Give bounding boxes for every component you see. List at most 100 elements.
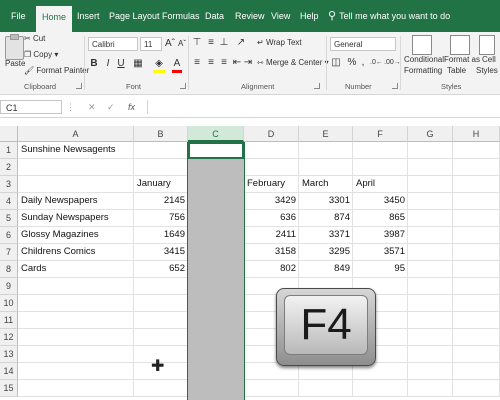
decrease-font-icon[interactable]: Aˇ <box>177 37 187 50</box>
cell-d8[interactable]: 802 <box>244 261 299 278</box>
tab-page-layout[interactable]: Page Layout <box>109 0 160 32</box>
cell-f7[interactable]: 3571 <box>353 244 408 261</box>
format-painter-button[interactable]: 🖌 Format Painter <box>24 66 89 75</box>
cell-f3[interactable]: April <box>353 176 408 193</box>
grid-cell[interactable] <box>299 142 353 159</box>
grid-cell[interactable] <box>299 159 353 176</box>
grid-cell[interactable] <box>408 159 453 176</box>
accounting-format-icon[interactable]: ◫ <box>330 56 342 69</box>
underline-button[interactable]: U <box>116 57 126 70</box>
tab-help[interactable]: Help <box>300 0 319 32</box>
grid-cell[interactable] <box>408 142 453 159</box>
grid-cell[interactable] <box>18 278 134 295</box>
increase-font-icon[interactable]: Aˆ <box>165 37 175 50</box>
grid-cell[interactable] <box>244 142 299 159</box>
cut-button[interactable]: ✂ Cut <box>24 34 45 43</box>
cell-f6[interactable]: 3987 <box>353 227 408 244</box>
row-header-1[interactable]: 1 <box>0 142 18 159</box>
increase-decimal-icon[interactable]: .0← <box>370 56 383 69</box>
column-header-f[interactable]: F <box>353 126 408 142</box>
cell-b4[interactable]: 2145 <box>134 193 188 210</box>
tab-insert[interactable]: Insert <box>77 0 100 32</box>
paste-icon[interactable] <box>5 34 24 60</box>
row-header-11[interactable]: 11 <box>0 312 18 329</box>
grid-cell[interactable] <box>408 312 453 329</box>
grid-cell[interactable] <box>453 329 500 346</box>
grid-cell[interactable] <box>453 312 500 329</box>
grid-cell[interactable] <box>353 159 408 176</box>
name-box[interactable]: C1 <box>0 100 62 114</box>
grid-cell[interactable] <box>299 380 353 397</box>
bold-button[interactable]: B <box>89 57 99 70</box>
grid-cell[interactable] <box>408 261 453 278</box>
align-right-icon[interactable]: ≡ <box>219 56 229 69</box>
row-header-14[interactable]: 14 <box>0 363 18 380</box>
row-header-7[interactable]: 7 <box>0 244 18 261</box>
tab-data[interactable]: Data <box>205 0 224 32</box>
tab-formulas[interactable]: Formulas <box>162 0 200 32</box>
grid-cell[interactable] <box>453 295 500 312</box>
cell-b8[interactable]: 652 <box>134 261 188 278</box>
grid-cell[interactable] <box>453 278 500 295</box>
row-header-2[interactable]: 2 <box>0 159 18 176</box>
cell-d3[interactable]: February <box>244 176 299 193</box>
clipboard-launcher-icon[interactable] <box>76 83 82 89</box>
column-header-b[interactable]: B <box>134 126 188 142</box>
tab-file[interactable]: File <box>11 0 26 32</box>
grid-cell[interactable] <box>18 363 134 380</box>
format-as-table-label-1[interactable]: Format as <box>444 55 480 64</box>
insert-function-icon[interactable]: fx <box>128 100 135 114</box>
align-center-icon[interactable]: ≡ <box>206 56 216 69</box>
tell-me-search[interactable]: ⚲ Tell me what you want to do <box>328 0 450 32</box>
cancel-icon[interactable]: ✕ <box>88 100 96 114</box>
orientation-icon[interactable]: ↗ <box>234 36 248 49</box>
paste-button[interactable]: Paste <box>5 59 25 68</box>
font-color-icon[interactable]: A <box>172 57 182 73</box>
wrap-text-button[interactable]: ↵ Wrap Text <box>257 38 302 47</box>
grid-cell[interactable] <box>134 312 188 329</box>
cell-a7[interactable]: Childrens Comics <box>18 244 134 261</box>
fill-color-icon[interactable]: ◈ <box>153 57 165 73</box>
cell-d7[interactable]: 3158 <box>244 244 299 261</box>
conditional-formatting-icon[interactable] <box>412 35 432 55</box>
percent-button[interactable]: % <box>347 56 357 69</box>
grid-cell[interactable] <box>408 278 453 295</box>
grid-cell[interactable] <box>408 329 453 346</box>
grid-cell[interactable] <box>18 176 134 193</box>
cell-styles-label-2[interactable]: Styles <box>476 66 498 75</box>
comma-button[interactable]: , <box>359 56 367 69</box>
conditional-formatting-label-1[interactable]: Conditional <box>404 55 444 64</box>
grid-cell[interactable] <box>408 380 453 397</box>
grid-cell[interactable] <box>408 193 453 210</box>
decrease-decimal-icon[interactable]: .00→ <box>384 56 401 69</box>
grid-cell[interactable] <box>453 176 500 193</box>
grid-cell[interactable] <box>18 380 134 397</box>
grid-cell[interactable] <box>453 227 500 244</box>
cell-b5[interactable]: 756 <box>134 210 188 227</box>
grid-cell[interactable] <box>18 295 134 312</box>
number-format-select[interactable]: General <box>330 37 396 51</box>
grid-cell[interactable] <box>134 295 188 312</box>
merge-center-button[interactable]: ⇿ Merge & Center ▾ <box>257 58 329 67</box>
cell-e8[interactable]: 849 <box>299 261 353 278</box>
cell-a8[interactable]: Cards <box>18 261 134 278</box>
cell-f8[interactable]: 95 <box>353 261 408 278</box>
cell-a4[interactable]: Daily Newspapers <box>18 193 134 210</box>
cell-a1[interactable]: Sunshine Newsagents <box>18 142 248 159</box>
cell-f5[interactable]: 865 <box>353 210 408 227</box>
row-header-4[interactable]: 4 <box>0 193 18 210</box>
align-middle-icon[interactable]: ≡ <box>206 36 216 49</box>
row-header-15[interactable]: 15 <box>0 380 18 397</box>
align-top-icon[interactable]: ⊤ <box>192 36 202 49</box>
grid-cell[interactable] <box>453 244 500 261</box>
grid-cell[interactable] <box>453 159 500 176</box>
row-header-10[interactable]: 10 <box>0 295 18 312</box>
grid-cell[interactable] <box>408 210 453 227</box>
cell-b6[interactable]: 1649 <box>134 227 188 244</box>
row-header-9[interactable]: 9 <box>0 278 18 295</box>
row-header-13[interactable]: 13 <box>0 346 18 363</box>
align-left-icon[interactable]: ≡ <box>192 56 202 69</box>
cell-e3[interactable]: March <box>299 176 353 193</box>
cell-e6[interactable]: 3371 <box>299 227 353 244</box>
grid-cell[interactable] <box>408 346 453 363</box>
